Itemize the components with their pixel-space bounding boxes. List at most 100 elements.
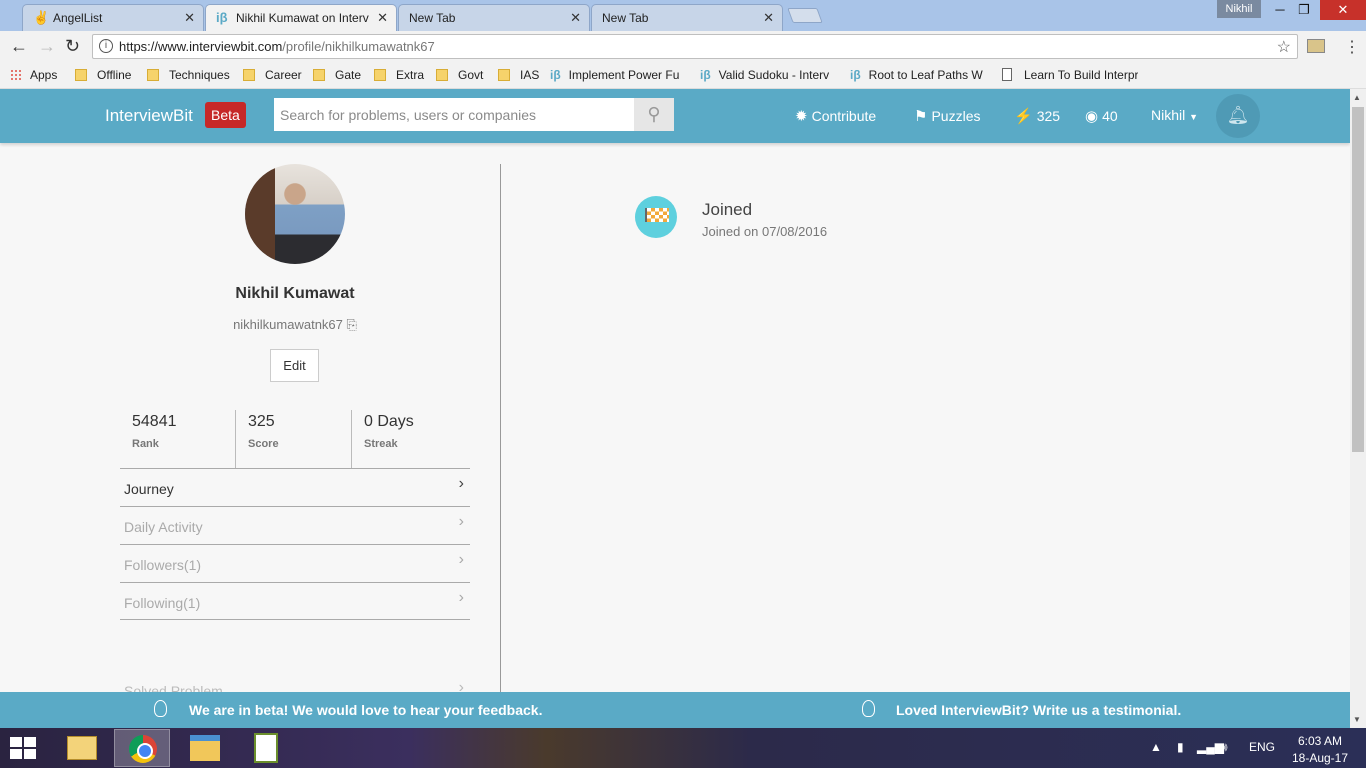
beta-badge: Beta bbox=[205, 102, 246, 128]
bookmark-folder[interactable]: IAS bbox=[498, 68, 539, 82]
bookmark-star-icon[interactable]: ☆ bbox=[1277, 37, 1291, 57]
volume-icon[interactable]: 🔊︎ bbox=[1220, 740, 1228, 755]
stat-label: Streak bbox=[364, 438, 398, 450]
tab-new-tab[interactable]: New Tab ✕ bbox=[398, 4, 590, 31]
tab-title: Nikhil Kumawat on Interv bbox=[236, 11, 369, 25]
file-explorer-icon bbox=[190, 735, 220, 761]
tab-angellist[interactable]: ✌ AngelList ✕ bbox=[22, 4, 204, 31]
taskbar-notepad[interactable] bbox=[238, 729, 294, 767]
menu-label: Journey bbox=[124, 481, 174, 497]
menu-item-following[interactable]: Following(1) › bbox=[120, 582, 470, 620]
info-icon[interactable]: i bbox=[99, 39, 113, 53]
menu-label: Following(1) bbox=[124, 595, 201, 611]
maximize-icon[interactable]: ❐ bbox=[1290, 0, 1318, 20]
flag-icon: ⚑ bbox=[914, 108, 928, 125]
contribute-link[interactable]: ✹ Contribute bbox=[795, 107, 876, 125]
scroll-down-icon[interactable]: ▼ bbox=[1353, 715, 1361, 724]
copy-icon[interactable]: ⎘ bbox=[347, 317, 357, 332]
close-icon[interactable]: ✕ bbox=[184, 10, 195, 26]
scroll-up-icon[interactable]: ▲ bbox=[1353, 93, 1361, 102]
bookmark-label: Govt bbox=[458, 68, 484, 82]
menu-item-followers[interactable]: Followers(1) › bbox=[120, 544, 470, 582]
search-input[interactable] bbox=[274, 98, 634, 131]
folder-icon bbox=[147, 69, 159, 81]
bookmark-folder[interactable]: Career bbox=[243, 68, 302, 82]
profile-handle: nikhilkumawatnk67 ⎘ bbox=[120, 317, 470, 333]
apps-icon bbox=[10, 69, 22, 81]
battery-icon[interactable]: ▮ bbox=[1177, 740, 1184, 754]
coins-link[interactable]: ◉ 40 bbox=[1085, 107, 1118, 125]
testimonial-link[interactable]: Loved InterviewBit? Write us a testimoni… bbox=[896, 702, 1181, 718]
scroll-thumb[interactable] bbox=[1352, 107, 1364, 452]
avatar bbox=[245, 164, 345, 264]
back-icon[interactable]: ← bbox=[10, 36, 28, 57]
stat-value: 54841 bbox=[132, 413, 177, 430]
bookmark-label: Implement Power Fu bbox=[568, 68, 680, 82]
bookmark-label: Valid Sudoku - Interv bbox=[718, 68, 830, 82]
edit-profile-button[interactable]: Edit bbox=[270, 349, 319, 382]
tab-new-tab[interactable]: New Tab ✕ bbox=[591, 4, 783, 31]
puzzles-link[interactable]: ⚑ Puzzles bbox=[914, 107, 980, 125]
bookmark-link[interactable]: iβ Root to Leaf Paths W bbox=[850, 68, 990, 82]
chevron-right-icon: › bbox=[458, 513, 464, 530]
close-icon[interactable]: ✕ bbox=[763, 10, 774, 26]
nav-label: 325 bbox=[1036, 108, 1061, 124]
interviewbit-icon: iβ bbox=[216, 10, 228, 25]
score-link[interactable]: ⚡ 325 bbox=[1014, 107, 1060, 125]
menu-label: Daily Activity bbox=[124, 519, 203, 535]
chevron-right-icon: › bbox=[458, 589, 464, 606]
interviewbit-icon: iβ bbox=[850, 68, 861, 82]
feedback-link[interactable]: We are in beta! We would love to hear yo… bbox=[189, 702, 542, 718]
site-logo[interactable]: InterviewBit bbox=[105, 106, 193, 126]
user-menu[interactable]: Nikhil ▼ bbox=[1151, 107, 1198, 123]
search-icon[interactable]: ⚲ bbox=[634, 98, 674, 131]
bookmark-apps[interactable]: Apps bbox=[10, 68, 57, 82]
bookmark-link[interactable]: iβ Valid Sudoku - Interv bbox=[700, 68, 840, 82]
bookmark-link[interactable]: iβ Implement Power Fu bbox=[550, 68, 690, 82]
tab-title: AngelList bbox=[53, 11, 103, 25]
bell-icon[interactable]: 🔔︎ bbox=[1216, 94, 1260, 138]
caret-down-icon: ▼ bbox=[1189, 112, 1199, 122]
bookmark-folder[interactable]: Gate bbox=[313, 68, 361, 82]
bookmark-folder[interactable]: Extra bbox=[374, 68, 424, 82]
chrome-menu-icon[interactable]: ⋮ bbox=[1344, 37, 1360, 57]
close-icon[interactable]: ✕ bbox=[570, 10, 581, 26]
menu-item-daily-activity[interactable]: Daily Activity › bbox=[120, 506, 470, 544]
extension-icon[interactable] bbox=[1307, 39, 1325, 53]
menu-item-journey[interactable]: Journey › bbox=[120, 468, 470, 506]
browser-profile-chip[interactable]: Nikhil bbox=[1217, 0, 1261, 18]
reload-icon[interactable]: ↻ bbox=[65, 36, 80, 57]
stat-value: 325 bbox=[248, 413, 275, 430]
profile-name: Nikhil Kumawat bbox=[235, 285, 355, 302]
taskbar-explorer[interactable] bbox=[176, 729, 232, 767]
new-tab-button[interactable] bbox=[787, 8, 823, 23]
windows-start-icon[interactable] bbox=[10, 737, 38, 761]
clock-time: 6:03 AM bbox=[1297, 734, 1343, 748]
handle-text: nikhilkumawatnk67 bbox=[233, 317, 343, 332]
bookmark-link[interactable]: Learn To Build Interpr bbox=[1002, 68, 1138, 82]
bookmark-label: Career bbox=[265, 68, 302, 82]
address-bar[interactable]: i https://www.interviewbit.com/profile/n… bbox=[92, 34, 1298, 59]
profile-stats: 54841 Rank 325 Score 0 Days Streak bbox=[120, 410, 470, 468]
page-scrollbar[interactable]: ▲ ▼ bbox=[1350, 89, 1366, 728]
bookmark-folder[interactable]: Techniques bbox=[147, 68, 230, 82]
clock-date: 18-Aug-17 bbox=[1291, 751, 1349, 765]
taskbar-files[interactable] bbox=[53, 729, 109, 767]
tab-interviewbit-profile[interactable]: iβ Nikhil Kumawat on Interv ✕ bbox=[205, 4, 397, 32]
taskbar-clock[interactable]: 6:03 AM 18-Aug-17 bbox=[1290, 733, 1350, 767]
forward-icon[interactable]: → bbox=[38, 36, 56, 57]
bookmark-folder[interactable]: Offline bbox=[75, 68, 131, 82]
taskbar-chrome[interactable] bbox=[114, 729, 170, 767]
folder-icon bbox=[243, 69, 255, 81]
chrome-icon bbox=[129, 735, 157, 763]
close-window-icon[interactable]: ✕ bbox=[1320, 0, 1366, 20]
bookmark-folder[interactable]: Govt bbox=[436, 68, 483, 82]
language-indicator[interactable]: ENG bbox=[1249, 740, 1275, 754]
lightning-icon: ⚡ bbox=[1014, 108, 1033, 125]
tray-arrow-icon[interactable]: ▲ bbox=[1150, 740, 1162, 754]
stat-value: 0 Days bbox=[364, 413, 414, 430]
browser-tabstrip: ✌ AngelList ✕ iβ Nikhil Kumawat on Inter… bbox=[0, 0, 1366, 32]
profile-panel: Nikhil Kumawat nikhilkumawatnk67 ⎘ Edit … bbox=[120, 164, 470, 694]
url-host: https://www.interviewbit.com bbox=[119, 39, 283, 54]
close-icon[interactable]: ✕ bbox=[377, 10, 388, 26]
